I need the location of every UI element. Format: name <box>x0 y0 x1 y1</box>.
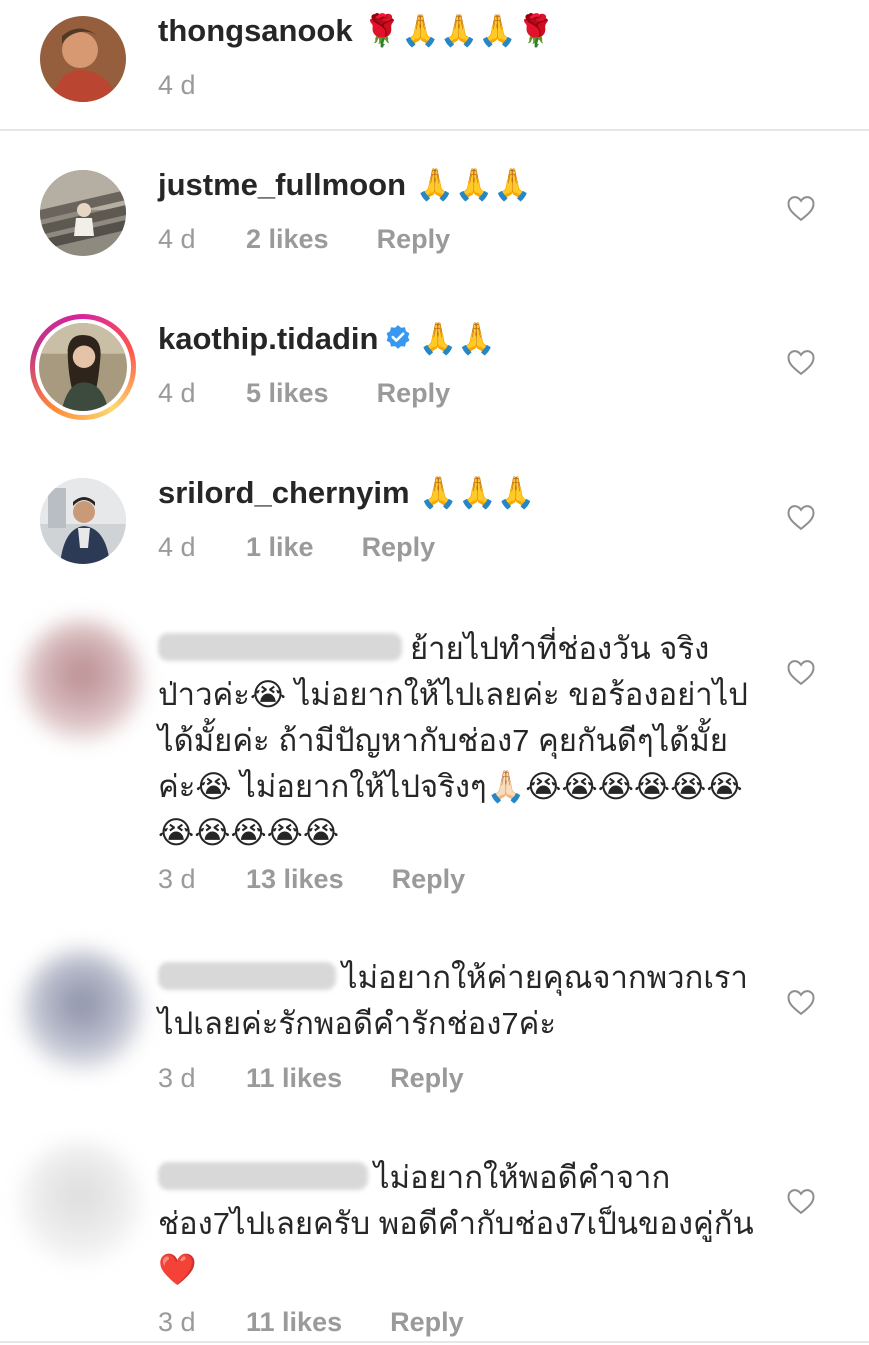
comment-text: ไม่อยากให้ค่ายคุณจากพวกเราไปเลยค่ะรักพอด… <box>158 955 759 1047</box>
redacted-username <box>158 633 402 661</box>
like-heart-icon[interactable] <box>786 658 816 686</box>
divider <box>0 129 869 131</box>
comment-username[interactable]: srilord_chernyim <box>158 475 410 510</box>
comment-time: 4 d <box>158 532 196 562</box>
comment-body: 🙏🙏 <box>418 321 496 357</box>
avatar[interactable] <box>22 950 142 1070</box>
comment-meta: 3 d 11 likes Reply <box>158 1063 464 1094</box>
comment-likes[interactable]: 1 like <box>246 532 314 563</box>
comment-meta: 4 d 1 like Reply <box>158 532 435 563</box>
comment-likes[interactable]: 5 likes <box>246 378 329 409</box>
redacted-username <box>158 962 336 990</box>
comment-text: ไม่อยากให้พอดีคำจากช่อง7ไปเลยครับ พอดีคำ… <box>158 1155 759 1293</box>
comment-time: 4 d <box>158 224 196 254</box>
comment-meta: 4 d <box>158 70 246 101</box>
avatar[interactable] <box>22 620 142 740</box>
comment-meta: 4 d 5 likes Reply <box>158 378 450 409</box>
like-heart-icon[interactable] <box>786 1187 816 1215</box>
redacted-username <box>158 1162 368 1190</box>
comment-time: 3 d <box>158 1063 196 1093</box>
comment-text: thongsanook 🌹🙏🙏🙏🌹 <box>158 8 759 54</box>
avatar[interactable] <box>20 1142 140 1262</box>
like-heart-icon[interactable] <box>786 348 816 376</box>
comment-username[interactable]: thongsanook <box>158 13 353 48</box>
reply-button[interactable]: Reply <box>362 532 436 563</box>
like-heart-icon[interactable] <box>786 988 816 1016</box>
comment-text: ย้ายไปทำที่ช่องวัน จริงป่าวค่ะ😭 ไม่อยากใ… <box>158 626 759 856</box>
like-heart-icon[interactable] <box>786 194 816 222</box>
reply-button[interactable]: Reply <box>377 224 451 255</box>
comment-time: 4 d <box>158 70 196 100</box>
comment-meta: 3 d 13 likes Reply <box>158 864 465 895</box>
verified-badge-icon <box>384 319 412 349</box>
reply-button[interactable]: Reply <box>377 378 451 409</box>
like-heart-icon[interactable] <box>786 503 816 531</box>
avatar[interactable] <box>30 314 136 420</box>
comment-username[interactable]: justme_fullmoon <box>158 167 406 202</box>
comment-time: 4 d <box>158 378 196 408</box>
comment-likes[interactable]: 11 likes <box>246 1063 342 1094</box>
comment-body: 🙏🙏🙏 <box>406 167 532 203</box>
comment-body: 🙏🙏🙏 <box>409 475 536 511</box>
comment-text: srilord_chernyim 🙏🙏🙏 <box>158 470 759 516</box>
comment-body: ย้ายไปทำที่ช่องวัน จริงป่าวค่ะ😭 ไม่อยากใ… <box>158 631 748 850</box>
comment-time: 3 d <box>158 1307 196 1337</box>
comment-body: 🌹🙏🙏🙏🌹 <box>352 13 556 49</box>
comment-time: 3 d <box>158 864 196 894</box>
comment-meta: 3 d 11 likes Reply <box>158 1307 464 1338</box>
comment-likes[interactable]: 13 likes <box>246 864 344 895</box>
avatar[interactable] <box>40 16 126 102</box>
avatar[interactable] <box>40 170 126 256</box>
comment-meta: 4 d 2 likes Reply <box>158 224 450 255</box>
divider <box>0 1341 869 1343</box>
comment-text: kaothip.tidadin 🙏🙏 <box>158 316 759 362</box>
comment-username[interactable]: kaothip.tidadin <box>158 321 378 356</box>
comment-likes[interactable]: 2 likes <box>246 224 329 255</box>
reply-button[interactable]: Reply <box>390 1307 464 1338</box>
avatar-image <box>39 323 127 411</box>
comment-likes[interactable]: 11 likes <box>246 1307 342 1338</box>
reply-button[interactable]: Reply <box>390 1063 464 1094</box>
comment-text: justme_fullmoon 🙏🙏🙏 <box>158 162 759 208</box>
reply-button[interactable]: Reply <box>392 864 466 895</box>
avatar[interactable] <box>40 478 126 564</box>
story-ring <box>35 319 131 415</box>
